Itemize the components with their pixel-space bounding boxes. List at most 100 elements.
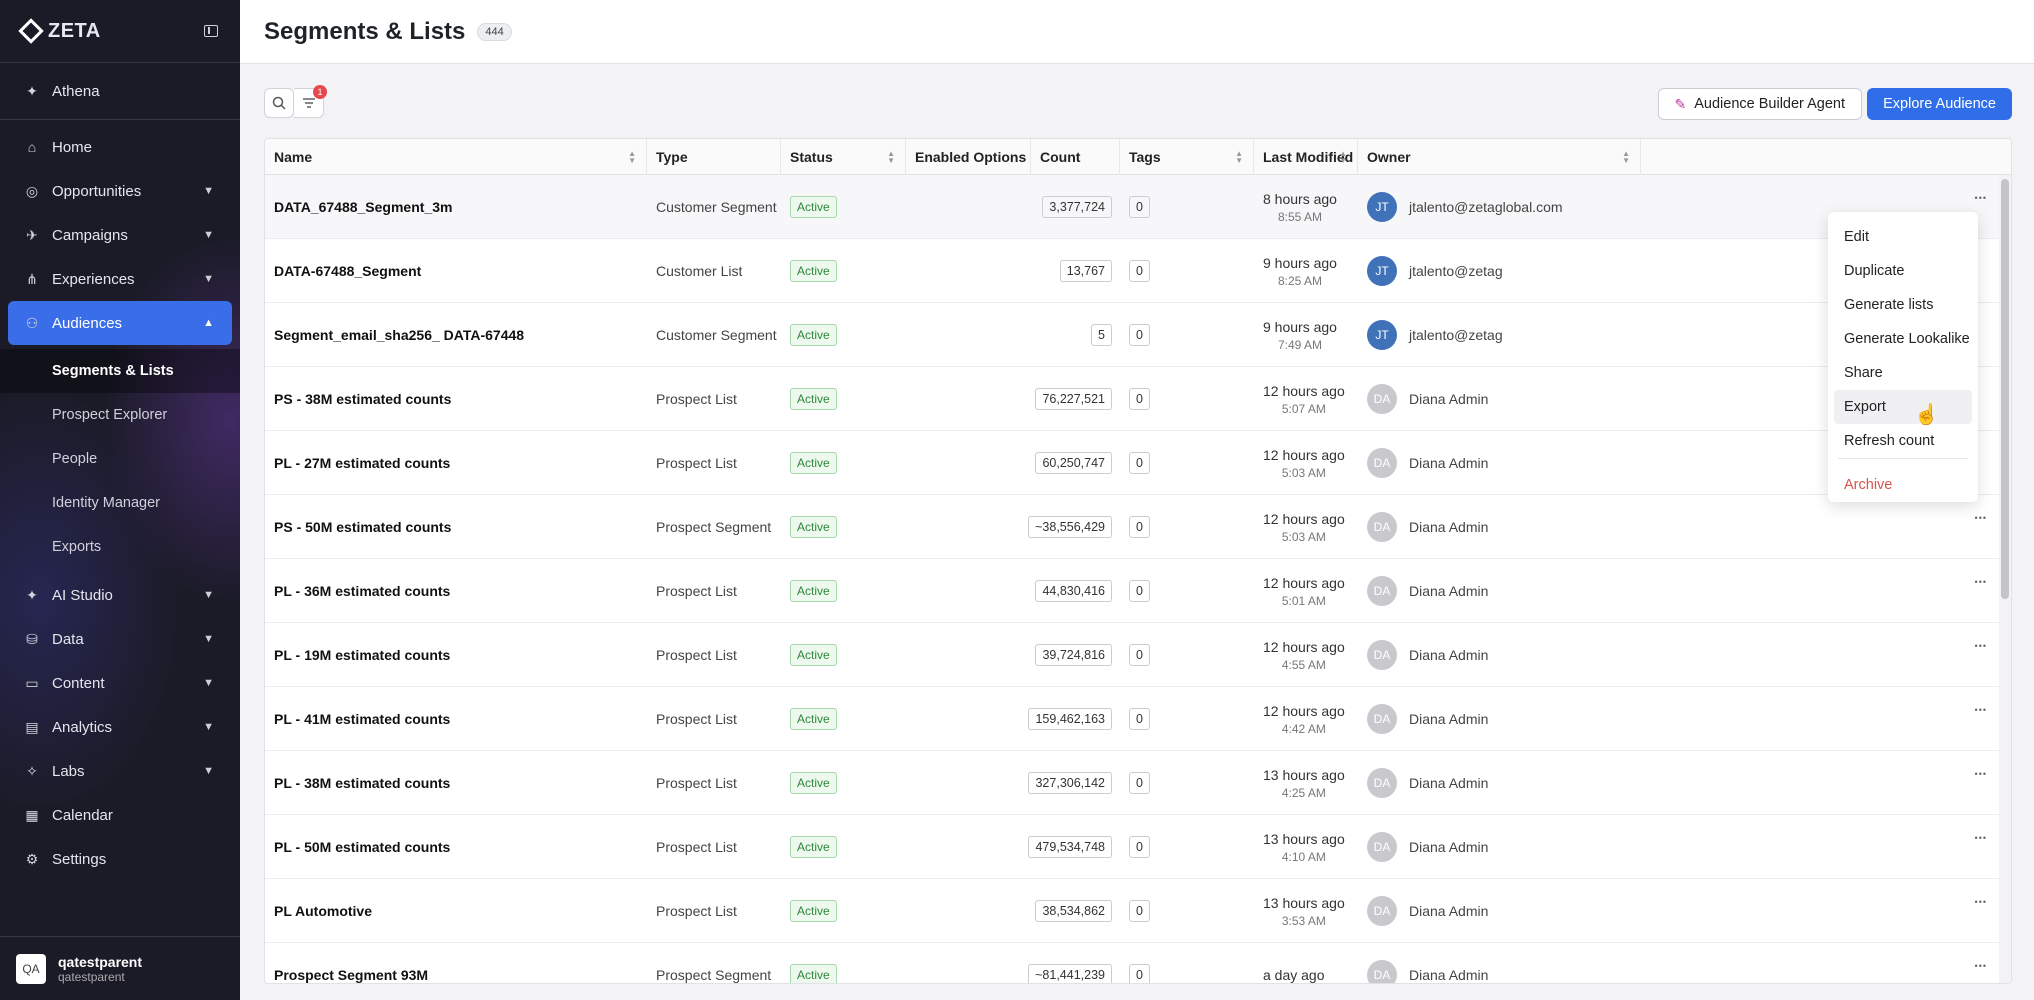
segment-name[interactable]: Prospect Segment 93M (274, 967, 428, 983)
sort-icon[interactable]: ▲ ▼ (1339, 150, 1347, 165)
sidebar-item-data[interactable]: ⛁ Data ▼ (0, 617, 240, 661)
chevron-up-icon[interactable]: ▲ (203, 317, 214, 329)
sidebar-subitem-people[interactable]: People (0, 437, 240, 481)
sidebar-item-settings[interactable]: ⚙ Settings (0, 837, 240, 881)
sidebar-item-content[interactable]: ▭ Content ▼ (0, 661, 240, 705)
menu-item-duplicate[interactable]: Duplicate (1834, 254, 1972, 288)
column-header-label: Tags (1129, 149, 1161, 165)
scrollbar-thumb[interactable] (2001, 179, 2009, 599)
user-profile[interactable]: QA qatestparent qatestparent (0, 936, 240, 1000)
column-header-last-modified[interactable]: Last Modified ▲ ▼ (1254, 139, 1358, 175)
table-row[interactable]: PL - 38M estimated counts Prospect List Ac… (265, 751, 1999, 815)
chevron-down-icon[interactable]: ▼ (203, 677, 214, 689)
sidebar-item-experiences[interactable]: ⋔ Experiences ▼ (0, 257, 240, 301)
segment-name[interactable]: PS - 38M estimated counts (274, 391, 451, 407)
column-header-name[interactable]: Name ▲ ▼ (265, 139, 647, 175)
table-row[interactable]: Prospect Segment 93M Prospect Segment Acti… (265, 943, 1999, 983)
table-row[interactable]: PL - 50M estimated counts Prospect List Ac… (265, 815, 1999, 879)
table-row[interactable]: PL Automotive Prospect List Active 38,534,8… (265, 879, 1999, 943)
more-actions-icon[interactable]: ••• (1975, 815, 1987, 879)
sidebar-subitem-segments-lists[interactable]: Segments & Lists (0, 349, 240, 393)
sort-icon[interactable]: ▲ ▼ (1622, 150, 1630, 165)
segment-name[interactable]: PL Automotive (274, 903, 372, 919)
table-row[interactable]: DATA_67488_Segment_3m Customer Segment Act… (265, 175, 1999, 239)
segment-name[interactable]: PL - 38M estimated counts (274, 775, 450, 791)
chevron-down-icon[interactable]: ▼ (203, 721, 214, 733)
table-row[interactable]: PL - 27M estimated counts Prospect List Ac… (265, 431, 1999, 495)
sidebar-subitem-prospect-explorer[interactable]: Prospect Explorer (0, 393, 240, 437)
sidebar-item-athena[interactable]: ✦ Athena (0, 69, 240, 113)
more-actions-icon[interactable]: ••• (1975, 879, 1987, 943)
segment-name[interactable]: DATA_67488_Segment_3m (274, 199, 452, 215)
table-row[interactable]: PL - 19M estimated counts Prospect List Ac… (265, 623, 1999, 687)
menu-item-generate-lists[interactable]: Generate lists (1834, 288, 1972, 322)
sidebar-item-analytics[interactable]: ▤ Analytics ▼ (0, 705, 240, 749)
column-header-count[interactable]: Count (1031, 139, 1120, 175)
segment-name[interactable]: DATA-67488_Segment (274, 263, 421, 279)
more-actions-icon[interactable]: ••• (1975, 623, 1987, 687)
table-row[interactable]: PS - 38M estimated counts Prospect List Ac… (265, 367, 1999, 431)
column-header-type[interactable]: Type (647, 139, 781, 175)
more-actions-icon[interactable]: ••• (1975, 495, 1987, 559)
segment-name[interactable]: PL - 36M estimated counts (274, 583, 450, 599)
chevron-down-icon[interactable]: ▼ (203, 229, 214, 241)
sidebar-item-audiences[interactable]: ⚇ Audiences ▲ (8, 301, 232, 345)
segment-name[interactable]: PL - 41M estimated counts (274, 711, 450, 727)
sort-icon[interactable]: ▲ ▼ (628, 150, 636, 165)
sidebar-item-home[interactable]: ⌂ Home (0, 125, 240, 169)
table-row[interactable]: PL - 36M estimated counts Prospect List Ac… (265, 559, 1999, 623)
menu-item-generate-lookalike[interactable]: Generate Lookalike (1834, 322, 1972, 356)
segment-name[interactable]: PL - 19M estimated counts (274, 647, 450, 663)
menu-item-edit[interactable]: Edit (1834, 220, 1972, 254)
column-header-tags[interactable]: Tags ▲ ▼ (1120, 139, 1254, 175)
sort-icon[interactable]: ▲ ▼ (1235, 150, 1243, 165)
count-cell: ~81,441,239 (1028, 943, 1120, 983)
segment-name[interactable]: Segment_email_sha256_ DATA-67448 (274, 327, 524, 343)
chevron-down-icon[interactable]: ▼ (203, 589, 214, 601)
chevron-down-icon[interactable]: ▼ (203, 765, 214, 777)
table-row[interactable]: PS - 50M estimated counts Prospect Segmen… (265, 495, 1999, 559)
menu-item-share[interactable]: Share (1834, 356, 1972, 390)
status-cell: Active (781, 751, 837, 815)
zeta-logo[interactable]: ZETA (18, 18, 101, 44)
table-row[interactable]: PL - 41M estimated counts Prospect List Ac… (265, 687, 1999, 751)
collapse-sidebar-icon[interactable] (204, 25, 218, 37)
column-header-status[interactable]: Status ▲ ▼ (781, 139, 906, 175)
menu-item-export[interactable]: Export (1834, 390, 1972, 424)
type-cell: Prospect Segment (647, 495, 771, 559)
chevron-down-icon[interactable]: ▼ (203, 633, 214, 645)
chevron-down-icon[interactable]: ▼ (203, 273, 214, 285)
sidebar-subitem-exports[interactable]: Exports (0, 525, 240, 569)
more-actions-icon[interactable]: ••• (1975, 751, 1987, 815)
segment-name[interactable]: PS - 50M estimated counts (274, 519, 451, 535)
tags-count-badge: 0 (1129, 836, 1150, 858)
menu-item-archive[interactable]: Archive (1834, 468, 1972, 502)
sidebar-item-campaigns[interactable]: ✈ Campaigns ▼ (0, 213, 240, 257)
filter-button[interactable]: 1 (294, 85, 327, 118)
table-row[interactable]: Segment_email_sha256_ DATA-67448 Customer… (265, 303, 1999, 367)
sidebar-item-label: Athena (52, 82, 100, 100)
segment-name[interactable]: PL - 27M estimated counts (274, 455, 450, 471)
sidebar-item-calendar[interactable]: ▦ Calendar (0, 793, 240, 837)
more-actions-icon[interactable]: ••• (1975, 943, 1987, 983)
sidebar-item-opportunities[interactable]: ◎ Opportunities ▼ (0, 169, 240, 213)
column-header-owner[interactable]: Owner ▲ ▼ (1358, 139, 1641, 175)
chevron-down-icon[interactable]: ▼ (203, 185, 214, 197)
segment-name[interactable]: PL - 50M estimated counts (274, 839, 450, 855)
tags-count-badge: 0 (1129, 708, 1150, 730)
audience-builder-agent-button[interactable]: ✎ Audience Builder Agent (1657, 88, 1862, 120)
column-header-enabled-options[interactable]: Enabled Options (906, 139, 1031, 175)
scrollbar[interactable] (1999, 175, 2011, 983)
search-button[interactable] (264, 88, 294, 118)
avatar: DA (1367, 384, 1397, 414)
more-actions-icon[interactable]: ••• (1975, 559, 1987, 623)
sidebar-subitem-identity-manager[interactable]: Identity Manager (0, 481, 240, 525)
menu-item-refresh-count[interactable]: Refresh count (1834, 424, 1972, 458)
explore-audience-button[interactable]: Explore Audience (1867, 88, 2012, 120)
sort-icon[interactable]: ▲ ▼ (887, 150, 895, 165)
table-row[interactable]: DATA-67488_Segment Customer List Active 13,… (265, 239, 1999, 303)
sidebar-item-ai-studio[interactable]: ✦ AI Studio ▼ (0, 573, 240, 617)
modified-time: 5:03 AM (1281, 465, 1326, 480)
more-actions-icon[interactable]: ••• (1975, 687, 1987, 751)
sidebar-item-labs[interactable]: ✧ Labs ▼ (0, 749, 240, 793)
